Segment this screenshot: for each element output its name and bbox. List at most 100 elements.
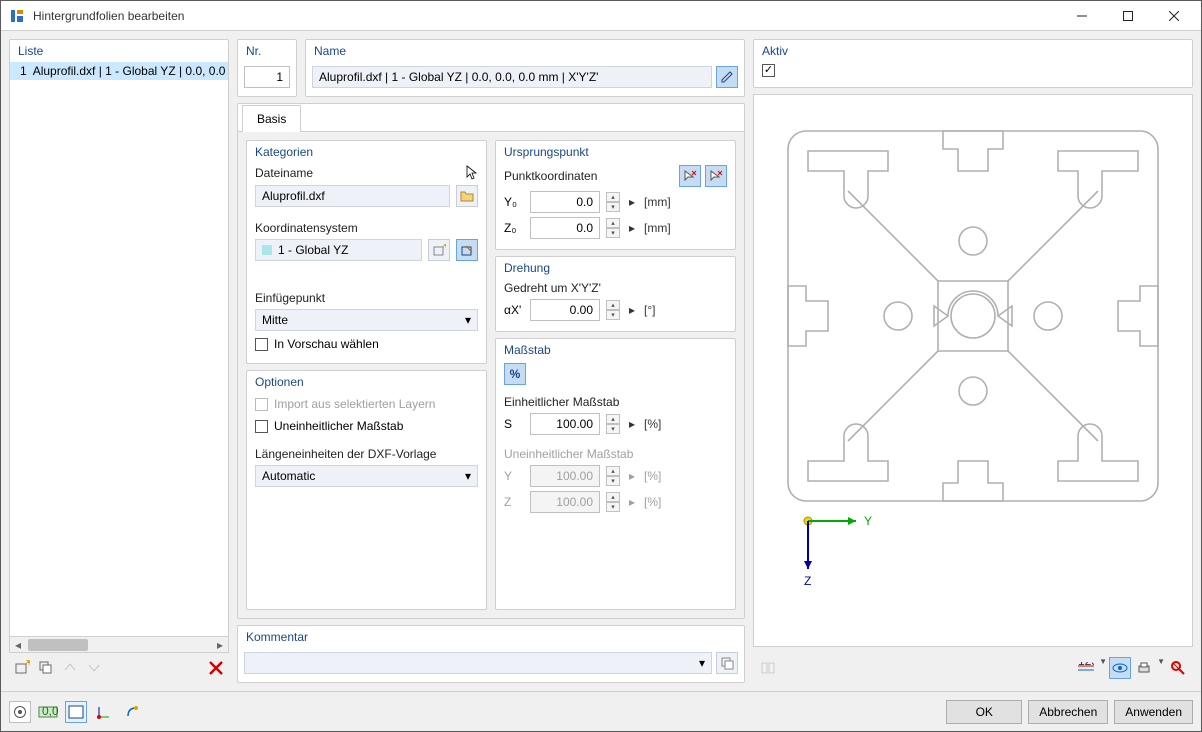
scroll-thumb[interactable] xyxy=(28,639,88,651)
axis-z-label: Z xyxy=(804,574,811,588)
aktiv-checkbox[interactable] xyxy=(754,62,1192,81)
punktkoord-label: Punktkoordinaten xyxy=(504,169,597,183)
cancel-button[interactable]: Abbrechen xyxy=(1028,700,1108,724)
drehung-header: Drehung xyxy=(496,257,735,279)
einfuege-select[interactable]: Mitte ▾ xyxy=(255,309,478,331)
z0-input[interactable] xyxy=(530,217,600,239)
dateiname-input[interactable]: Aluprofil.dxf xyxy=(255,185,450,207)
footer-units-button[interactable]: 0,00 xyxy=(37,701,59,723)
new-item-button[interactable]: ✶ xyxy=(11,657,33,679)
y0-label: Y₀ xyxy=(504,195,524,209)
scale-y-spinner: ▴▾ xyxy=(606,466,620,486)
chevron-down-icon: ▾ xyxy=(699,656,705,670)
pick-point-button-2[interactable] xyxy=(705,165,727,187)
axis-y-label: Y xyxy=(864,514,872,528)
optionen-header: Optionen xyxy=(247,371,486,393)
import-layers-label: Import aus selektierten Layern xyxy=(274,397,435,411)
duplicate-item-button[interactable] xyxy=(35,657,57,679)
z0-menu-button[interactable]: ▸ xyxy=(626,221,638,235)
help-button[interactable] xyxy=(9,701,31,723)
list-item[interactable]: 1 Aluprofil.dxf | 1 - Global YZ | 0.0, 0… xyxy=(10,62,228,80)
app-icon xyxy=(9,8,25,24)
window-title: Hintergrundfolien bearbeiten xyxy=(33,9,1059,23)
maximize-button[interactable] xyxy=(1105,1,1151,30)
percent-mode-button[interactable]: % xyxy=(504,363,526,385)
einfuege-value: Mitte xyxy=(262,313,288,327)
chevron-down-icon: ▾ xyxy=(465,313,471,327)
scale-y-input xyxy=(530,465,600,487)
scale-z-label: Z xyxy=(504,495,524,509)
title-bar: Hintergrundfolien bearbeiten xyxy=(1,1,1201,31)
name-label: Name xyxy=(306,40,744,62)
name-input[interactable] xyxy=(312,66,712,88)
y0-input[interactable] xyxy=(530,191,600,213)
vorschau-checkbox[interactable]: In Vorschau wählen xyxy=(247,333,486,355)
preview-view-button[interactable] xyxy=(1109,657,1131,679)
uneinheit-label: Uneinheitlicher Maßstab xyxy=(274,419,403,433)
footer-view-button[interactable] xyxy=(65,701,87,723)
langen-select[interactable]: Automatic ▾ xyxy=(255,465,478,487)
s-menu-button[interactable]: ▸ xyxy=(626,417,638,431)
list-scrollbar[interactable]: ◂ ▸ xyxy=(10,636,228,652)
s-spinner[interactable]: ▴▾ xyxy=(606,414,620,434)
preview-print-button[interactable] xyxy=(1133,657,1155,679)
nr-input[interactable] xyxy=(244,66,290,88)
y0-spinner[interactable]: ▴▾ xyxy=(606,192,620,212)
scale-y-menu-button: ▸ xyxy=(626,469,638,483)
preview-svg: Y Z xyxy=(763,121,1183,621)
close-button[interactable] xyxy=(1151,1,1197,30)
scroll-left-icon[interactable]: ◂ xyxy=(10,637,26,653)
edit-coord-button[interactable] xyxy=(456,239,478,261)
z0-label: Z₀ xyxy=(504,221,524,235)
gedreht-label: Gedreht um X'Y'Z' xyxy=(504,281,601,295)
move-up-button xyxy=(59,657,81,679)
svg-text:123: 123 xyxy=(1078,662,1094,668)
kommentar-save-button[interactable] xyxy=(716,652,738,674)
kategorien-header: Kategorien xyxy=(247,141,486,163)
delete-item-button[interactable] xyxy=(205,657,227,679)
y0-menu-button[interactable]: ▸ xyxy=(626,195,638,209)
koord-label: Koordinatensystem xyxy=(255,221,358,235)
list-header: Liste xyxy=(9,39,229,62)
svg-text:0,00: 0,00 xyxy=(42,704,58,718)
kommentar-input[interactable]: ▾ xyxy=(244,652,712,674)
new-coord-button[interactable]: ✶ xyxy=(428,239,450,261)
scale-y-label: Y xyxy=(504,469,524,483)
minimize-button[interactable] xyxy=(1059,1,1105,30)
browse-file-button[interactable] xyxy=(456,185,478,207)
alpha-menu-button[interactable]: ▸ xyxy=(626,303,638,317)
massstab-header: Maßstab xyxy=(496,339,735,361)
preview-sync-button xyxy=(757,657,779,679)
s-unit: [%] xyxy=(644,417,661,431)
ok-button[interactable]: OK xyxy=(946,700,1022,724)
scale-z-spinner: ▴▾ xyxy=(606,492,620,512)
cursor-icon xyxy=(466,165,478,181)
vorschau-label: In Vorschau wählen xyxy=(274,337,379,351)
langen-value: Automatic xyxy=(262,469,315,483)
langen-label: Längeneinheiten der DXF-Vorlage xyxy=(255,447,436,461)
einfuege-label: Einfügepunkt xyxy=(255,291,325,305)
pick-point-button-1[interactable] xyxy=(679,165,701,187)
preview-zoom-reset-button[interactable] xyxy=(1167,657,1189,679)
uneinheit-massstab-label: Uneinheitlicher Maßstab xyxy=(504,447,633,461)
preview-grid-button[interactable]: 123 xyxy=(1075,657,1097,679)
s-input[interactable] xyxy=(530,413,600,435)
preview-toolbar: 123 ▼ ▼ xyxy=(753,653,1193,683)
koord-select[interactable]: 1 - Global YZ xyxy=(255,239,422,261)
alpha-input[interactable] xyxy=(530,299,600,321)
preview-panel: Y Z xyxy=(753,94,1193,647)
s-label: S xyxy=(504,417,524,431)
scroll-right-icon[interactable]: ▸ xyxy=(212,637,228,653)
tab-basis[interactable]: Basis xyxy=(242,105,301,132)
z0-spinner[interactable]: ▴▾ xyxy=(606,218,620,238)
z0-unit: [mm] xyxy=(644,221,671,235)
edit-name-button[interactable] xyxy=(716,66,738,88)
uneinheit-checkbox[interactable]: Uneinheitlicher Maßstab xyxy=(247,415,486,437)
chevron-down-icon[interactable]: ▼ xyxy=(1157,657,1165,679)
footer-coord-button[interactable] xyxy=(93,701,115,723)
alpha-spinner[interactable]: ▴▾ xyxy=(606,300,620,320)
chevron-down-icon[interactable]: ▼ xyxy=(1099,657,1107,679)
apply-button[interactable]: Anwenden xyxy=(1114,700,1193,724)
nr-label: Nr. xyxy=(238,40,296,62)
footer-settings-button[interactable] xyxy=(121,701,143,723)
